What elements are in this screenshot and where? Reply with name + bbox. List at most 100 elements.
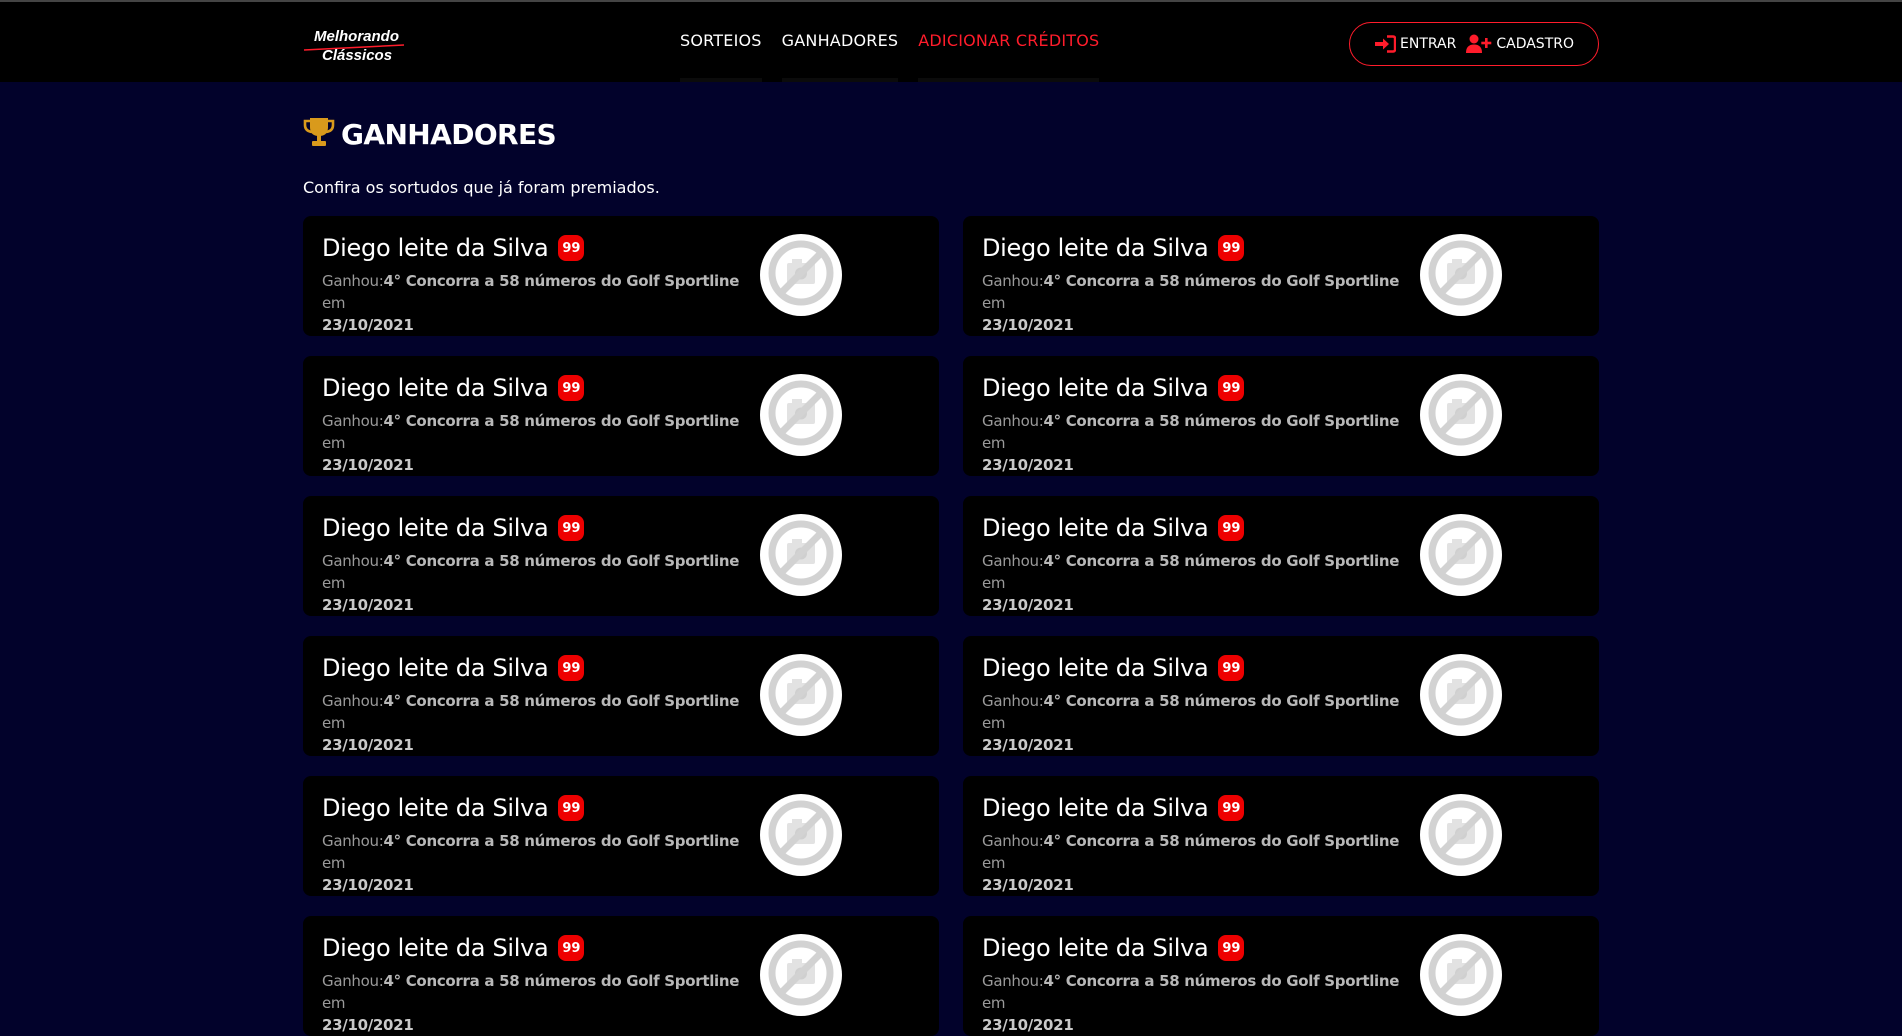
- main-nav: SORTEIOS GANHADORES ADICIONAR CRÉDITOS: [680, 2, 1119, 82]
- logo-line2: Clássicos: [322, 47, 392, 64]
- auth-box: ENTRAR CADASTRO: [1349, 22, 1599, 66]
- on-label: em: [322, 434, 346, 452]
- page-subtitle: Confira os sortudos que já foram premiad…: [303, 178, 660, 197]
- winner-header: Diego leite da Silva 99: [322, 934, 939, 962]
- winner-card[interactable]: Diego leite da Silva 99 Ganhou:4° Concor…: [303, 496, 939, 616]
- on-label: em: [322, 994, 346, 1012]
- draw-date: 23/10/2021: [322, 736, 414, 754]
- nav-sorteios[interactable]: SORTEIOS: [680, 2, 762, 82]
- register-link[interactable]: CADASTRO: [1466, 34, 1574, 54]
- winner-number-badge: 99: [558, 515, 585, 541]
- winner-description: Ganhou:4° Concorra a 58 números do Golf …: [322, 830, 752, 896]
- draw-date: 23/10/2021: [982, 736, 1074, 754]
- no-image-icon: [1425, 237, 1497, 313]
- nav-adicionar-creditos[interactable]: ADICIONAR CRÉDITOS: [918, 2, 1100, 82]
- trophy-icon: [303, 117, 335, 151]
- winner-description: Ganhou:4° Concorra a 58 números do Golf …: [322, 690, 752, 756]
- winner-number-badge: 99: [1218, 655, 1245, 681]
- prize-thumbnail: [760, 654, 842, 736]
- sign-in-icon: [1374, 35, 1396, 53]
- winner-card[interactable]: Diego leite da Silva 99 Ganhou:4° Concor…: [963, 916, 1599, 1036]
- no-image-icon: [1425, 797, 1497, 873]
- prize-name: 4° Concorra a 58 números do Golf Sportli…: [383, 832, 740, 850]
- on-label: em: [322, 294, 346, 312]
- prize-name: 4° Concorra a 58 números do Golf Sportli…: [1043, 832, 1400, 850]
- winner-card[interactable]: Diego leite da Silva 99 Ganhou:4° Concor…: [963, 216, 1599, 336]
- login-label: ENTRAR: [1400, 36, 1457, 52]
- user-plus-icon: [1466, 34, 1492, 54]
- winner-name: Diego leite da Silva: [322, 934, 549, 962]
- winner-description: Ganhou:4° Concorra a 58 números do Golf …: [322, 970, 752, 1036]
- won-label: Ganhou:: [982, 692, 1044, 710]
- site-header: Melhorando Clássicos SORTEIOS GANHADORES…: [0, 2, 1902, 82]
- draw-date: 23/10/2021: [982, 596, 1074, 614]
- winner-header: Diego leite da Silva 99: [322, 794, 939, 822]
- winner-name: Diego leite da Silva: [982, 794, 1209, 822]
- winner-header: Diego leite da Silva 99: [322, 234, 939, 262]
- winner-card[interactable]: Diego leite da Silva 99 Ganhou:4° Concor…: [963, 496, 1599, 616]
- no-image-icon: [1425, 937, 1497, 1013]
- winner-card[interactable]: Diego leite da Silva 99 Ganhou:4° Concor…: [963, 636, 1599, 756]
- won-label: Ganhou:: [322, 412, 384, 430]
- draw-date: 23/10/2021: [322, 876, 414, 894]
- on-label: em: [982, 854, 1006, 872]
- winner-name: Diego leite da Silva: [322, 794, 549, 822]
- no-image-icon: [765, 237, 837, 313]
- register-label: CADASTRO: [1496, 36, 1574, 52]
- winner-description: Ganhou:4° Concorra a 58 números do Golf …: [322, 270, 752, 336]
- page-title-text: GANHADORES: [341, 117, 557, 151]
- prize-thumbnail: [760, 234, 842, 316]
- winner-card[interactable]: Diego leite da Silva 99 Ganhou:4° Concor…: [303, 636, 939, 756]
- won-label: Ganhou:: [322, 692, 384, 710]
- draw-date: 23/10/2021: [982, 1016, 1074, 1034]
- winner-card[interactable]: Diego leite da Silva 99 Ganhou:4° Concor…: [303, 916, 939, 1036]
- prize-name: 4° Concorra a 58 números do Golf Sportli…: [1043, 272, 1400, 290]
- winner-name: Diego leite da Silva: [322, 514, 549, 542]
- winner-name: Diego leite da Silva: [982, 654, 1209, 682]
- won-label: Ganhou:: [982, 272, 1044, 290]
- winner-number-badge: 99: [558, 935, 585, 961]
- winner-card[interactable]: Diego leite da Silva 99 Ganhou:4° Concor…: [303, 776, 939, 896]
- winner-header: Diego leite da Silva 99: [322, 374, 939, 402]
- no-image-icon: [1425, 657, 1497, 733]
- winner-description: Ganhou:4° Concorra a 58 números do Golf …: [322, 550, 752, 616]
- prize-name: 4° Concorra a 58 números do Golf Sportli…: [1043, 412, 1400, 430]
- winner-card[interactable]: Diego leite da Silva 99 Ganhou:4° Concor…: [303, 216, 939, 336]
- login-link[interactable]: ENTRAR: [1374, 35, 1456, 53]
- winners-grid: Diego leite da Silva 99 Ganhou:4° Concor…: [303, 216, 1599, 1036]
- prize-thumbnail: [760, 794, 842, 876]
- prize-thumbnail: [1420, 654, 1502, 736]
- no-image-icon: [765, 517, 837, 593]
- draw-date: 23/10/2021: [322, 1016, 414, 1034]
- on-label: em: [982, 434, 1006, 452]
- winner-description: Ganhou:4° Concorra a 58 números do Golf …: [982, 410, 1412, 476]
- winner-number-badge: 99: [558, 655, 585, 681]
- winner-number-badge: 99: [558, 375, 585, 401]
- winner-card[interactable]: Diego leite da Silva 99 Ganhou:4° Concor…: [963, 356, 1599, 476]
- on-label: em: [982, 714, 1006, 732]
- nav-ganhadores[interactable]: GANHADORES: [781, 2, 899, 82]
- no-image-icon: [765, 937, 837, 1013]
- winner-number-badge: 99: [558, 795, 585, 821]
- won-label: Ganhou:: [982, 832, 1044, 850]
- draw-date: 23/10/2021: [322, 456, 414, 474]
- winner-description: Ganhou:4° Concorra a 58 números do Golf …: [982, 270, 1412, 336]
- winner-header: Diego leite da Silva 99: [982, 794, 1599, 822]
- winner-card[interactable]: Diego leite da Silva 99 Ganhou:4° Concor…: [963, 776, 1599, 896]
- on-label: em: [322, 714, 346, 732]
- prize-thumbnail: [1420, 234, 1502, 316]
- winner-header: Diego leite da Silva 99: [982, 654, 1599, 682]
- no-image-icon: [765, 377, 837, 453]
- winner-description: Ganhou:4° Concorra a 58 números do Golf …: [982, 690, 1412, 756]
- prize-name: 4° Concorra a 58 números do Golf Sportli…: [383, 552, 740, 570]
- draw-date: 23/10/2021: [982, 316, 1074, 334]
- no-image-icon: [1425, 377, 1497, 453]
- winner-header: Diego leite da Silva 99: [982, 934, 1599, 962]
- prize-thumbnail: [1420, 934, 1502, 1016]
- no-image-icon: [1425, 517, 1497, 593]
- prize-name: 4° Concorra a 58 números do Golf Sportli…: [1043, 552, 1400, 570]
- winner-card[interactable]: Diego leite da Silva 99 Ganhou:4° Concor…: [303, 356, 939, 476]
- prize-name: 4° Concorra a 58 números do Golf Sportli…: [1043, 972, 1400, 990]
- site-logo[interactable]: Melhorando Clássicos: [302, 26, 406, 66]
- won-label: Ganhou:: [322, 832, 384, 850]
